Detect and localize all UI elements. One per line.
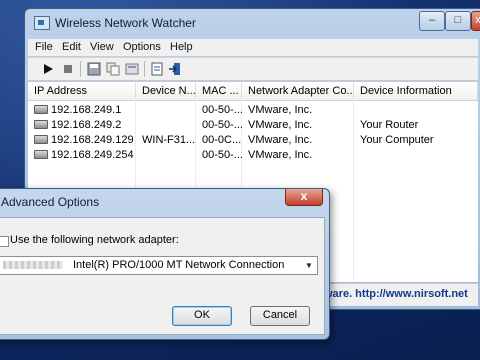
ip-address-text: 192.168.249.2 <box>51 119 122 131</box>
router-icon <box>34 120 48 129</box>
menu-options[interactable]: Options <box>123 41 161 53</box>
column-header-ip-address[interactable]: IP Address <box>28 82 136 100</box>
table-row[interactable]: 192.168.249.1 00-50-... VMware, Inc. <box>28 103 478 118</box>
menu-edit[interactable]: Edit <box>62 41 81 53</box>
device-name-cell <box>136 118 196 133</box>
ip-address-text: 192.168.249.1 <box>51 104 122 116</box>
ip-address-cell: 192.168.249.129 <box>28 133 136 148</box>
ip-address-cell: 192.168.249.1 <box>28 103 136 118</box>
column-header-device-information[interactable]: Device Information <box>354 82 478 100</box>
network-device-icon <box>34 150 48 159</box>
adapter-company-cell: VMware, Inc. <box>248 119 313 131</box>
exit-icon[interactable] <box>167 61 183 77</box>
mac-address-redacted <box>3 261 63 269</box>
adapter-company-cell: VMware, Inc. <box>248 149 313 161</box>
device-name-cell: WIN-F31... <box>142 134 196 146</box>
dialog-title: Advanced Options <box>1 195 100 209</box>
table-header: IP Address Device N... MAC ... Network A… <box>28 82 478 101</box>
use-adapter-label[interactable]: Use the following network adapter: <box>10 234 179 246</box>
device-information-cell: Your Computer <box>360 134 434 146</box>
dialog-close-button[interactable]: x <box>285 189 323 206</box>
ip-address-text: 192.168.249.129 <box>51 134 134 146</box>
network-adapter-dropdown[interactable]: Intel(R) PRO/1000 MT Network Connection … <box>0 256 318 275</box>
save-icon[interactable] <box>86 61 102 77</box>
app-icon <box>34 16 50 30</box>
close-button[interactable]: x <box>471 11 480 31</box>
network-device-icon <box>34 105 48 114</box>
ip-address-text: 192.168.249.254 <box>51 149 134 161</box>
ip-address-cell: 192.168.249.2 <box>28 118 136 133</box>
ip-address-cell: 192.168.249.254 <box>28 148 136 163</box>
selected-adapter-text: Intel(R) PRO/1000 MT Network Connection <box>73 259 285 271</box>
column-header-mac-address[interactable]: MAC ... <box>196 82 242 100</box>
table-row[interactable]: 192.168.249.129 WIN-F31... 00-0C... VMwa… <box>28 133 478 148</box>
html-report-icon[interactable] <box>124 61 140 77</box>
menu-view[interactable]: View <box>90 41 114 53</box>
menu-bar: File Edit View Options Help <box>28 39 478 56</box>
device-name-cell <box>136 148 196 163</box>
device-name-cell <box>136 103 196 118</box>
properties-icon[interactable] <box>149 61 165 77</box>
title-bar[interactable]: Wireless Network Watcher – □ x <box>25 9 480 37</box>
toolbar <box>28 57 478 80</box>
computer-icon <box>34 135 48 144</box>
dialog-body: Use the following network adapter: Intel… <box>0 217 325 335</box>
device-information-cell <box>354 148 478 163</box>
menu-file[interactable]: File <box>35 41 53 53</box>
minimize-button[interactable]: – <box>419 11 445 31</box>
device-information-cell <box>354 103 478 118</box>
advanced-options-dialog: Advanced Options x Use the following net… <box>0 188 330 340</box>
copy-icon[interactable] <box>105 61 121 77</box>
toolbar-separator <box>144 61 145 77</box>
chevron-down-icon[interactable]: ▼ <box>302 258 316 273</box>
ok-button[interactable]: OK <box>172 306 232 326</box>
play-icon[interactable] <box>40 61 56 77</box>
window-title: Wireless Network Watcher <box>55 16 196 30</box>
menu-help[interactable]: Help <box>170 41 193 53</box>
adapter-company-cell: VMware, Inc. <box>248 134 313 146</box>
use-adapter-checkbox[interactable] <box>0 236 9 247</box>
device-information-cell: Your Router <box>360 119 419 131</box>
stop-icon[interactable] <box>60 61 76 77</box>
column-header-network-adapter[interactable]: Network Adapter Co... <box>242 82 354 100</box>
nirsoft-link[interactable]: ware. http://www.nirsoft.net <box>324 288 468 300</box>
toolbar-separator <box>80 61 81 77</box>
mac-address-cell: 00-50-... <box>202 119 242 131</box>
mac-address-cell: 00-50-... <box>202 149 242 161</box>
table-row[interactable]: 192.168.249.2 00-50-... VMware, Inc. You… <box>28 118 478 133</box>
adapter-company-cell: VMware, Inc. <box>248 104 313 116</box>
cancel-button[interactable]: Cancel <box>250 306 310 326</box>
table-row[interactable]: 192.168.249.254 00-50-... VMware, Inc. <box>28 148 478 163</box>
mac-address-cell: 00-0C... <box>202 134 242 146</box>
maximize-button[interactable]: □ <box>445 11 471 31</box>
mac-address-cell: 00-50-... <box>202 104 242 116</box>
column-header-device-name[interactable]: Device N... <box>136 82 196 100</box>
